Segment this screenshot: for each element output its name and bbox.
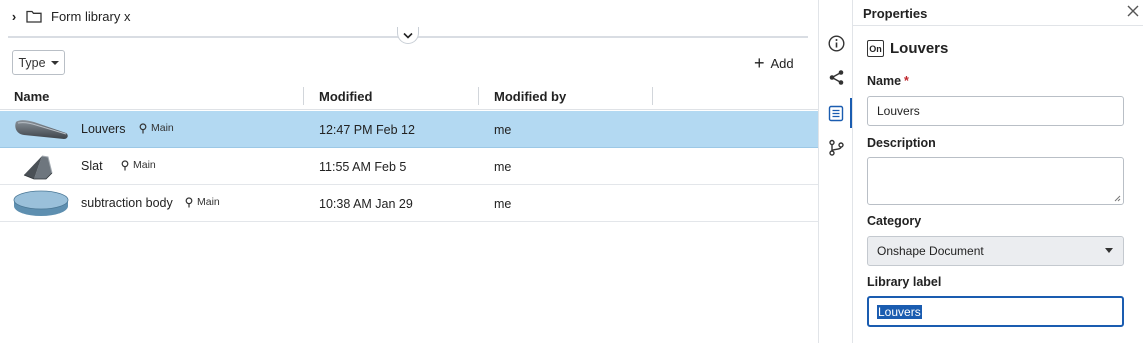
branch-icon[interactable] [827, 138, 845, 156]
chevron-right-icon[interactable]: › [8, 9, 20, 24]
row-modified-by: me [494, 123, 512, 137]
branch-tag: Main [185, 196, 220, 208]
document-name: Louvers [890, 40, 949, 57]
row-name[interactable]: Louvers [81, 122, 125, 136]
properties-icon-rail [818, 0, 853, 343]
column-resize-handle[interactable] [478, 87, 479, 105]
subtraction-body-thumbnail [13, 190, 69, 216]
category-label: Category [867, 214, 922, 228]
column-resize-handle[interactable] [652, 87, 653, 105]
category-select[interactable]: Onshape Document [867, 236, 1124, 266]
panel-title: Properties [863, 6, 928, 21]
properties-header: Properties [853, 0, 1143, 26]
column-header-modified[interactable]: Modified [319, 89, 372, 104]
branch-name: Main [133, 159, 156, 171]
required-mark: * [904, 74, 909, 88]
column-resize-handle[interactable] [303, 87, 304, 105]
row-modified: 12:47 PM Feb 12 [319, 123, 415, 137]
type-filter-label: Type [18, 55, 46, 70]
description-field[interactable] [867, 157, 1124, 205]
table-row[interactable]: subtraction body Main 10:38 AM Jan 29 me [0, 185, 818, 222]
name-field[interactable]: Louvers [867, 96, 1124, 126]
row-modified: 11:55 AM Feb 5 [319, 160, 407, 174]
collapse-toggle-button[interactable] [397, 27, 419, 44]
branch-tag: Main [139, 122, 174, 134]
louvers-thumbnail [15, 120, 68, 139]
category-select-value: Onshape Document [877, 244, 984, 258]
slat-thumbnail [23, 155, 53, 180]
close-icon[interactable] [1126, 4, 1140, 18]
add-button-label: Add [770, 55, 794, 71]
info-icon[interactable] [827, 34, 845, 52]
row-modified-by: me [494, 160, 512, 174]
name-field-value: Louvers [877, 104, 920, 118]
document-title: On Louvers [867, 40, 948, 57]
name-label-text: Name [867, 74, 902, 88]
table-row[interactable]: Slat Main 11:55 AM Feb 5 me [0, 148, 818, 185]
table-header: Name Modified Modified by [0, 84, 818, 110]
folder-name[interactable]: Form library x [51, 9, 130, 24]
resize-grip-icon[interactable] [1114, 195, 1121, 202]
branch-pin-icon [139, 122, 147, 133]
branch-pin-icon [185, 196, 193, 207]
description-label: Description [867, 136, 936, 150]
column-header-modified-by[interactable]: Modified by [494, 89, 566, 104]
add-button[interactable]: + Add [754, 54, 794, 72]
table-row[interactable]: Louvers Main 12:47 PM Feb 12 me [0, 111, 818, 148]
folder-icon [26, 10, 42, 23]
row-name[interactable]: Slat [81, 159, 103, 173]
caret-down-icon [1105, 248, 1113, 253]
branch-tag: Main [121, 159, 156, 171]
row-name[interactable]: subtraction body [81, 196, 173, 210]
share-icon[interactable] [827, 68, 845, 86]
properties-icon[interactable] [827, 104, 845, 122]
breadcrumb[interactable]: › Form library x [8, 6, 131, 26]
chevron-down-icon [403, 32, 413, 39]
library-label-field[interactable]: Louvers [867, 296, 1124, 327]
branch-name: Main [197, 196, 220, 208]
plus-icon: + [754, 53, 765, 73]
row-modified: 10:38 AM Jan 29 [319, 197, 413, 211]
onshape-document-icon: On [867, 40, 884, 57]
properties-panel: Properties On Louvers Name * Louvers Desc… [852, 0, 1143, 343]
name-label: Name * [867, 74, 909, 88]
library-label-label: Library label [867, 275, 942, 289]
library-label-value: Louvers [877, 304, 922, 319]
caret-down-icon [50, 60, 59, 65]
row-modified-by: me [494, 197, 512, 211]
type-filter-dropdown[interactable]: Type [12, 50, 65, 75]
column-header-name[interactable]: Name [14, 89, 49, 104]
document-list-panel: › Form library x Type + Add Name Modifie… [0, 0, 818, 343]
branch-name: Main [151, 122, 174, 134]
branch-pin-icon [121, 159, 129, 170]
